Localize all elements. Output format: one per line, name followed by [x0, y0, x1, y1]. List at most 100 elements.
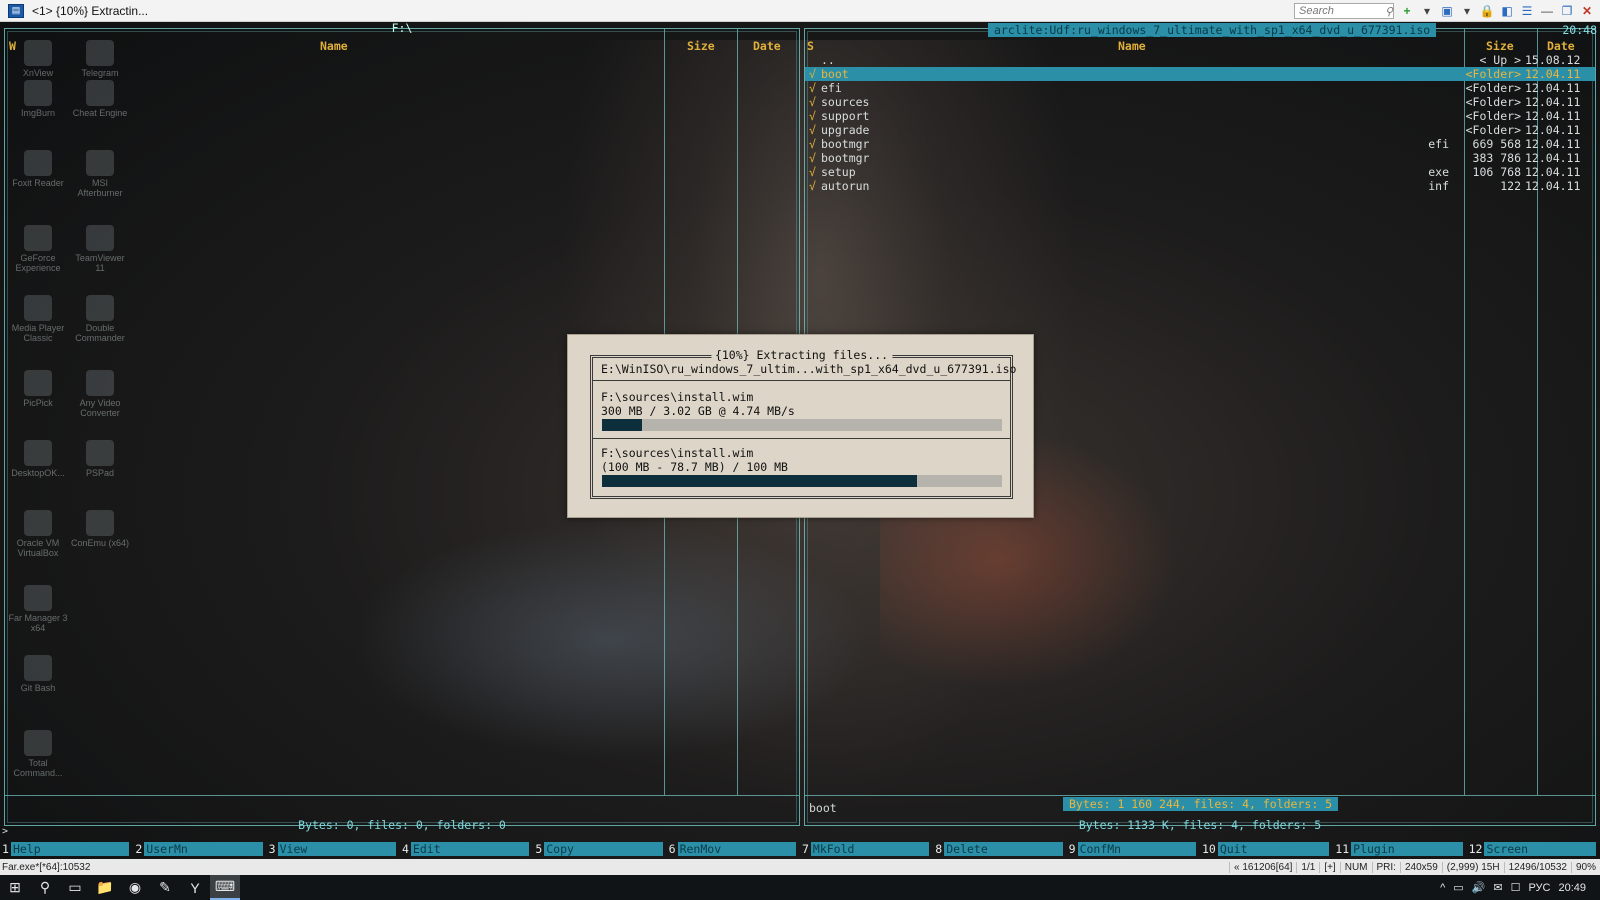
- panel-divider: [805, 795, 1595, 796]
- conemu-taskbar-icon[interactable]: ⌨: [210, 875, 240, 900]
- left-panel-sort-indicator[interactable]: W: [9, 39, 16, 53]
- task-view-icon[interactable]: ▭: [60, 875, 90, 900]
- file-row[interactable]: √ bootmgr efi 669 568 12.04.11: [805, 137, 1595, 151]
- key-edit[interactable]: 4 Edit: [400, 842, 533, 856]
- minimize-button[interactable]: —: [1540, 4, 1554, 18]
- current-file-path: F:\sources\install.wim: [601, 446, 754, 460]
- status-cell[interactable]: (2,999) 15H: [1441, 861, 1504, 873]
- file-row[interactable]: √ upgrade <Folder> 12.04.11: [805, 123, 1595, 137]
- key-mkfold[interactable]: 7 MkFold: [800, 842, 933, 856]
- archive-path: E:\WinISO\ru_windows_7_ultim...with_sp1_…: [601, 362, 1017, 376]
- progress-fill: [602, 475, 917, 487]
- key-plugin[interactable]: 11 Plugin: [1333, 842, 1466, 856]
- file-size: <Folder>: [1465, 95, 1521, 109]
- key-quit[interactable]: 10 Quit: [1200, 842, 1333, 856]
- status-cell[interactable]: PRI:: [1371, 861, 1400, 873]
- key-help[interactable]: 1 Help: [0, 842, 133, 856]
- status-cell[interactable]: 1/1: [1296, 861, 1319, 873]
- file-size: <Folder>: [1465, 123, 1521, 137]
- file-name: support: [821, 109, 870, 123]
- status-cell[interactable]: 240x59: [1399, 861, 1442, 873]
- process-info[interactable]: Far.exe*[*64]:10532: [0, 862, 90, 873]
- chevron-down-icon[interactable]: ▾: [1420, 4, 1434, 18]
- file-date: 12.04.11: [1525, 81, 1581, 95]
- key-number: 12: [1468, 842, 1483, 856]
- file-row[interactable]: √ setup exe 106 768 12.04.11: [805, 165, 1595, 179]
- file-size: 383 786: [1472, 151, 1521, 165]
- key-label: UserMn: [144, 842, 263, 856]
- file-size: 106 768: [1472, 165, 1521, 179]
- close-button[interactable]: ✕: [1580, 4, 1594, 18]
- restore-button[interactable]: ❐: [1560, 4, 1574, 18]
- key-number: 10: [1201, 842, 1216, 856]
- file-row[interactable]: √ autorun inf 122 12.04.11: [805, 179, 1595, 193]
- left-col-size[interactable]: Size: [687, 39, 715, 53]
- right-col-date[interactable]: Date: [1547, 39, 1575, 53]
- left-col-date[interactable]: Date: [753, 39, 781, 53]
- editor-icon[interactable]: ✎: [150, 875, 180, 900]
- key-usermenu[interactable]: 2 UserMn: [133, 842, 266, 856]
- key-copy[interactable]: 5 Copy: [533, 842, 666, 856]
- file-size: < Up >: [1479, 53, 1521, 67]
- conemu-app-icon[interactable]: ▤: [8, 3, 24, 18]
- chevron-down-icon[interactable]: ▾: [1460, 4, 1474, 18]
- keyboard-language[interactable]: РУС: [1528, 882, 1550, 894]
- search-icon[interactable]: ⚲: [30, 875, 60, 900]
- key-label: Screen: [1484, 842, 1596, 856]
- key-delete[interactable]: 8 Delete: [933, 842, 1066, 856]
- current-progress-text: (100 MB - 78.7 MB) / 100 MB: [601, 460, 788, 474]
- start-button-icon[interactable]: ⊞: [0, 875, 30, 900]
- dialog-separator: [593, 380, 1010, 381]
- lock-icon[interactable]: 🔒: [1480, 4, 1495, 18]
- file-name: bootmgr: [821, 137, 870, 151]
- status-cell[interactable]: NUM: [1339, 861, 1372, 873]
- taskbar-clock[interactable]: 20:49: [1558, 882, 1586, 894]
- search-placeholder: Search: [1299, 5, 1334, 17]
- file-row[interactable]: √ boot <Folder> 12.04.11: [805, 67, 1595, 81]
- file-row[interactable]: √ bootmgr 383 786 12.04.11: [805, 151, 1595, 165]
- key-renmov[interactable]: 6 RenMov: [667, 842, 800, 856]
- search-input[interactable]: Search ⚲: [1294, 3, 1394, 19]
- tray-expand-icon[interactable]: ^: [1440, 882, 1445, 894]
- key-number: 9: [1068, 842, 1076, 856]
- file-row[interactable]: √ support <Folder> 12.04.11: [805, 109, 1595, 123]
- split-panel-icon[interactable]: ▣: [1440, 4, 1454, 18]
- volume-icon[interactable]: 🔊: [1472, 881, 1486, 894]
- key-confmn[interactable]: 9 ConfMn: [1067, 842, 1200, 856]
- yandex-browser-icon[interactable]: Y: [180, 875, 210, 900]
- key-number: 2: [135, 842, 143, 856]
- status-cell[interactable]: 12496/10532: [1503, 861, 1571, 873]
- file-date: 12.04.11: [1525, 123, 1581, 137]
- file-size: <Folder>: [1465, 109, 1521, 123]
- file-explorer-icon[interactable]: 📁: [90, 875, 120, 900]
- file-name: setup: [821, 165, 856, 179]
- key-number: 7: [801, 842, 809, 856]
- command-line[interactable]: >: [0, 826, 1600, 838]
- notifications-icon[interactable]: ☐: [1511, 881, 1521, 894]
- left-col-name[interactable]: Name: [320, 39, 348, 53]
- key-screen[interactable]: 12 Screen: [1467, 842, 1600, 856]
- key-view[interactable]: 3 View: [267, 842, 400, 856]
- file-size: <Folder>: [1465, 81, 1521, 95]
- menu-icon[interactable]: ☰: [1520, 4, 1534, 18]
- file-date: 12.04.11: [1525, 151, 1581, 165]
- new-console-icon[interactable]: +: [1400, 4, 1414, 18]
- status-cell[interactable]: « 161206[64]: [1229, 861, 1296, 873]
- messenger-icon[interactable]: ✉: [1493, 881, 1502, 894]
- console-statusbar: Far.exe*[*64]:10532 « 161206[64] 1/1 [+]…: [0, 859, 1600, 875]
- chrome-icon[interactable]: ◉: [120, 875, 150, 900]
- total-file-path: F:\sources\install.wim: [601, 390, 754, 404]
- layout-icon[interactable]: ◧: [1500, 4, 1514, 18]
- file-row[interactable]: √ efi <Folder> 12.04.11: [805, 81, 1595, 95]
- extract-progress-dialog[interactable]: {10%} Extracting files... E:\WinISO\ru_w…: [567, 334, 1034, 518]
- file-row[interactable]: √ sources <Folder> 12.04.11: [805, 95, 1595, 109]
- check-mark-icon: √: [809, 123, 816, 137]
- network-icon[interactable]: ▭: [1453, 881, 1463, 894]
- right-col-size[interactable]: Size: [1486, 39, 1514, 53]
- status-cell[interactable]: 90%: [1570, 861, 1600, 873]
- right-col-name[interactable]: Name: [1118, 39, 1146, 53]
- check-mark-icon: √: [809, 95, 816, 109]
- right-panel-sort-indicator[interactable]: S: [807, 39, 814, 53]
- parent-directory-row[interactable]: .. < Up > 15.08.12: [805, 53, 1595, 67]
- status-cell[interactable]: [+]: [1319, 861, 1339, 873]
